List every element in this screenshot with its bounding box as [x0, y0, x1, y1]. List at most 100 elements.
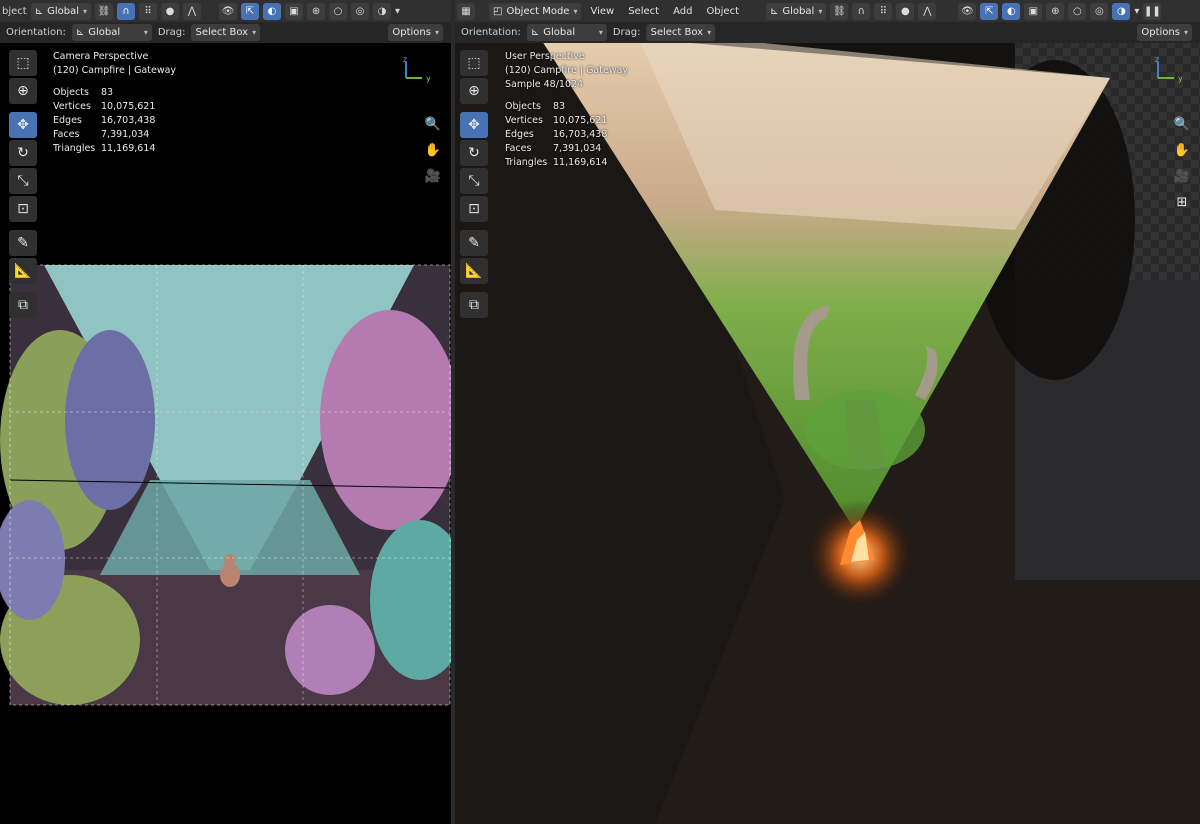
overlays-icon[interactable]: ◐ — [263, 2, 282, 20]
orientation-value: Global — [543, 27, 576, 38]
stat-key: Vertices — [505, 115, 543, 126]
svg-text:z: z — [403, 56, 407, 64]
visibility-icon[interactable]: 👁 — [958, 2, 977, 20]
proportional-edit-icon[interactable]: ● — [896, 2, 915, 20]
transform-orientation-dropdown[interactable]: ⊾ Global ▾ — [30, 2, 92, 20]
rotate-tool[interactable]: ↻ — [460, 140, 488, 166]
pan-hand-icon[interactable]: ✋ — [423, 140, 443, 160]
pivot-point-icon[interactable]: ⛓ — [95, 2, 114, 20]
viewport-info: User Perspective (120) Campfire | Gatewa… — [505, 50, 628, 170]
gizmo-icon[interactable]: ⇱ — [241, 2, 260, 20]
svg-text:z: z — [1155, 56, 1159, 64]
stat-value: 11,169,614 — [553, 157, 608, 168]
stat-key: Edges — [53, 115, 82, 126]
drag-dropdown[interactable]: Select Box ▾ — [646, 24, 716, 41]
shading-menu-chevron-icon[interactable]: ▾ — [395, 6, 400, 17]
proportional-edit-icon[interactable]: ● — [161, 2, 180, 20]
select-box-tool[interactable]: ⬚ — [460, 50, 488, 76]
menu-add[interactable]: Add — [668, 6, 697, 17]
wireframe-shading-icon[interactable]: ⊕ — [307, 2, 326, 20]
transform-tool[interactable]: ⊡ — [460, 196, 488, 222]
camera-view-icon[interactable]: 🎥 — [1172, 166, 1192, 186]
stat-row: Faces 7,391,034 — [505, 142, 628, 156]
xray-icon[interactable]: ▣ — [1024, 2, 1043, 20]
stat-value: 10,075,621 — [553, 115, 608, 126]
add-cube-tool[interactable]: ⧉ — [460, 292, 488, 318]
axis-gizmo[interactable]: z y — [400, 56, 436, 86]
shading-menu-chevron-icon[interactable]: ▾ — [1134, 6, 1139, 17]
move-icon: ✥ — [468, 117, 480, 133]
visibility-icon[interactable]: 👁 — [219, 2, 238, 20]
measure-icon: 📐 — [14, 263, 32, 279]
scale-tool[interactable]: ⤡ — [9, 168, 37, 194]
stat-key: Faces — [53, 129, 80, 140]
drag-dropdown[interactable]: Select Box ▾ — [191, 24, 261, 41]
transform-tool[interactable]: ⊡ — [9, 196, 37, 222]
orientation-dropdown[interactable]: ⊾ Global ▾ — [71, 24, 152, 41]
options-button[interactable]: Options ▾ — [1137, 24, 1192, 41]
pivot-point-icon[interactable]: ⛓ — [830, 2, 849, 20]
pause-render-icon[interactable]: ❚❚ — [1143, 2, 1162, 20]
measure-tool[interactable]: 📐 — [460, 258, 488, 284]
mode-label[interactable]: bject — [2, 6, 27, 17]
stat-value: 7,391,034 — [553, 143, 602, 154]
orthographic-grid-icon[interactable]: ⊞ — [1172, 192, 1192, 212]
stat-value: 16,703,438 — [101, 115, 156, 126]
zoom-icon[interactable]: 🔍 — [1172, 114, 1192, 134]
move-tool[interactable]: ✥ — [460, 112, 488, 138]
snap-icon[interactable]: ∩ — [852, 2, 871, 20]
stat-row: Triangles 11,169,614 — [53, 142, 176, 156]
snap-icon[interactable]: ∩ — [117, 2, 136, 20]
transform-orientation-dropdown[interactable]: ⊾ Global ▾ — [766, 2, 827, 20]
material-shading-icon[interactable]: ◎ — [351, 2, 370, 20]
falloff-icon[interactable]: ⋀ — [183, 2, 202, 20]
solid-shading-icon[interactable]: ○ — [1068, 2, 1087, 20]
select-box-tool[interactable]: ⬚ — [9, 50, 37, 76]
gizmo-icon[interactable]: ⇱ — [980, 2, 999, 20]
stat-row: Edges 16,703,438 — [505, 128, 628, 142]
mode-dropdown[interactable]: ◰ Object Mode ▾ — [489, 2, 582, 20]
menu-view[interactable]: View — [585, 6, 619, 17]
drag-label: Drag: — [157, 27, 186, 38]
solid-shading-icon[interactable]: ○ — [329, 2, 348, 20]
snap-target-icon[interactable]: ⠿ — [139, 2, 158, 20]
orientation-label: Orientation: — [461, 27, 521, 38]
orientation-dropdown[interactable]: ⊾ Global ▾ — [526, 24, 607, 41]
orientation-icon: ⊾ — [75, 27, 85, 38]
viewport-info: Camera Perspective (120) Campfire | Gate… — [53, 50, 176, 156]
rendered-shading-icon[interactable]: ◑ — [1112, 2, 1131, 20]
camera-view-icon[interactable]: 🎥 — [423, 166, 443, 186]
wireframe-shading-icon[interactable]: ⊕ — [1046, 2, 1065, 20]
chevron-down-icon: ▾ — [434, 28, 439, 37]
falloff-icon[interactable]: ⋀ — [918, 2, 937, 20]
view-name: Camera Perspective — [53, 51, 149, 62]
scale-tool[interactable]: ⤡ — [460, 168, 488, 194]
stat-key: Objects — [505, 101, 541, 112]
rendered-shading-icon[interactable]: ◑ — [373, 2, 392, 20]
annotate-tool[interactable]: ✎ — [9, 230, 37, 256]
move-tool[interactable]: ✥ — [9, 112, 37, 138]
annotate-tool[interactable]: ✎ — [460, 230, 488, 256]
viewport-user-perspective[interactable]: ▦ ◰ Object Mode ▾ View Select Add Object… — [455, 0, 1200, 824]
axis-gizmo[interactable]: z y — [1152, 56, 1188, 86]
material-shading-icon[interactable]: ◎ — [1090, 2, 1109, 20]
cursor-tool[interactable]: ⊕ — [9, 78, 37, 104]
menu-select[interactable]: Select — [623, 6, 664, 17]
scale-icon: ⤡ — [17, 173, 29, 189]
menu-object[interactable]: Object — [701, 6, 744, 17]
pan-hand-icon[interactable]: ✋ — [1172, 140, 1192, 160]
chevron-down-icon: ▾ — [707, 28, 712, 37]
add-cube-tool[interactable]: ⧉ — [9, 292, 37, 318]
zoom-icon[interactable]: 🔍 — [423, 114, 443, 134]
cursor-tool[interactable]: ⊕ — [460, 78, 488, 104]
rotate-icon: ↻ — [17, 145, 29, 161]
editor-type-icon[interactable]: ▦ — [457, 2, 475, 20]
snap-target-icon[interactable]: ⠿ — [874, 2, 893, 20]
rotate-tool[interactable]: ↻ — [9, 140, 37, 166]
overlays-icon[interactable]: ◐ — [1002, 2, 1021, 20]
options-button[interactable]: Options ▾ — [388, 24, 443, 41]
measure-tool[interactable]: 📐 — [9, 258, 37, 284]
xray-icon[interactable]: ▣ — [285, 2, 304, 20]
stat-key: Vertices — [53, 101, 91, 112]
viewport-camera-perspective[interactable]: bject ⊾ Global ▾ ⛓ ∩ ⠿ ● ⋀ 👁 ⇱ ◐ ▣ ⊕ ○ ◎… — [0, 0, 451, 824]
